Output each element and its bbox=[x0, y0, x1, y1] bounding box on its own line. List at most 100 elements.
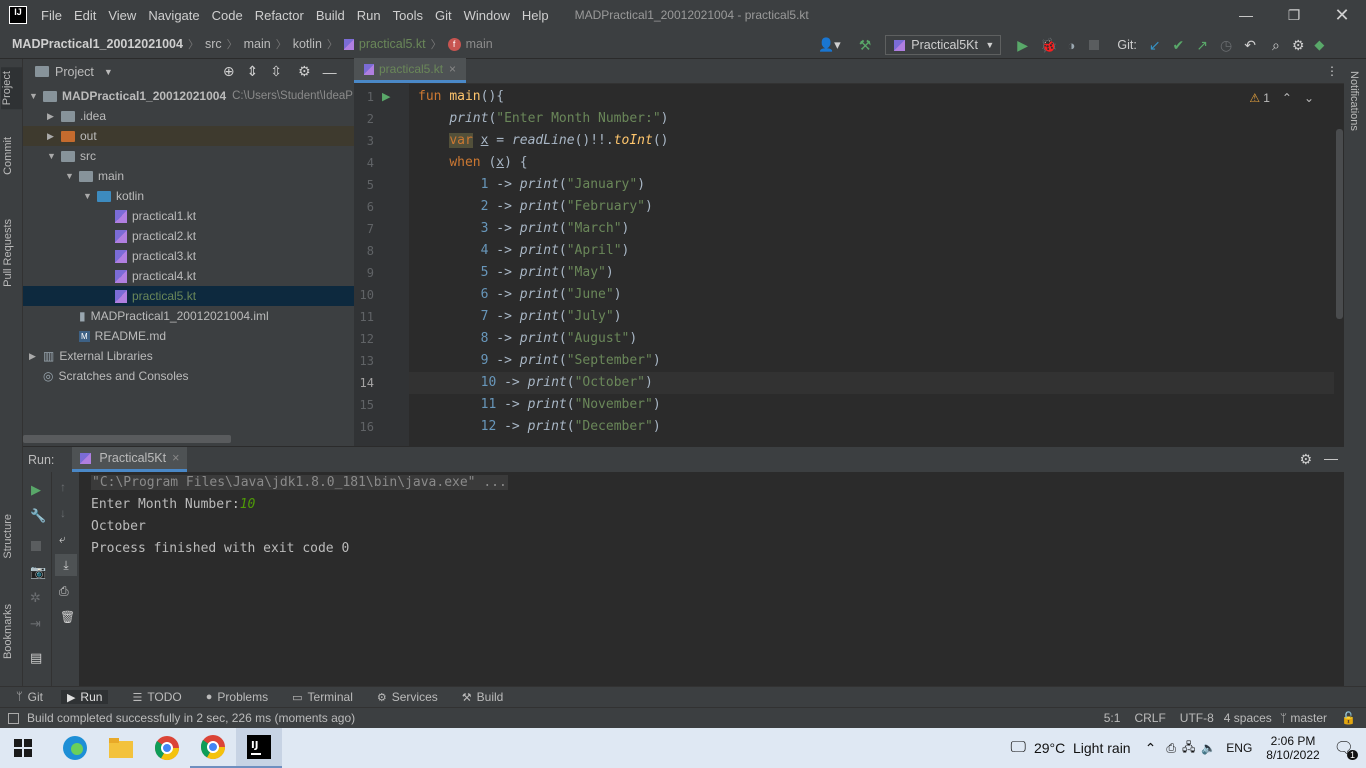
restore-icon[interactable]: ❐ bbox=[1270, 0, 1318, 30]
meet-icon[interactable]: ⎙ bbox=[1166, 741, 1176, 756]
tree-item[interactable]: practical5.kt bbox=[23, 286, 354, 306]
breadcrumb-item[interactable]: kotlin bbox=[293, 37, 322, 51]
more-options-icon[interactable]: ⋮ bbox=[1326, 64, 1338, 78]
run-config-selector[interactable]: Practical5Kt ▼ bbox=[885, 35, 1002, 55]
wrench-icon[interactable]: 🔧 bbox=[30, 508, 46, 524]
tool-tab-git[interactable]: ᛘ Git bbox=[16, 690, 43, 704]
chrome-icon[interactable] bbox=[144, 728, 190, 768]
notification-center-icon[interactable]: 🗨 1 bbox=[1334, 738, 1358, 760]
tool-tab-build[interactable]: ⚒ Build bbox=[462, 690, 504, 704]
tree-item[interactable]: practical2.kt bbox=[23, 226, 354, 246]
status-square-icon[interactable] bbox=[8, 712, 19, 724]
run-tab[interactable]: Practical5Kt × bbox=[72, 447, 188, 472]
project-panel-title[interactable]: Project bbox=[55, 65, 94, 79]
chevron-up-icon[interactable]: ⌃ bbox=[1145, 740, 1157, 757]
stop-icon[interactable] bbox=[31, 541, 41, 551]
tree-item[interactable]: ▼ main bbox=[23, 166, 354, 186]
tool-tab-problems[interactable]: ● Problems bbox=[206, 690, 268, 704]
tab-commit[interactable]: Commit bbox=[2, 137, 14, 175]
intellij-taskbar-icon[interactable]: IJ bbox=[236, 728, 282, 768]
tree-item[interactable]: practical4.kt bbox=[23, 266, 354, 286]
horizontal-scrollbar[interactable] bbox=[23, 435, 231, 443]
menu-tools[interactable]: Tools bbox=[393, 8, 423, 23]
rerun-icon[interactable]: ▶ bbox=[31, 482, 41, 498]
git-push-icon[interactable]: ↗ bbox=[1196, 37, 1208, 54]
arrow-up-icon[interactable]: ↑ bbox=[60, 480, 66, 494]
inspection-widget[interactable]: ⚠ 1 ⌃ ⌄ bbox=[1249, 91, 1314, 105]
hide-icon[interactable]: — bbox=[1324, 450, 1338, 466]
chevron-right-icon[interactable]: ▶ bbox=[47, 111, 61, 122]
tree-item[interactable]: ▼ MADPractical1_20012021004 C:\Users\Stude… bbox=[23, 86, 354, 106]
tool-tab-run[interactable]: ▶ Run bbox=[60, 690, 109, 704]
chevron-up-icon[interactable]: ⌃ bbox=[1282, 91, 1292, 105]
chevron-down-icon[interactable]: ▼ bbox=[29, 91, 43, 101]
close-icon[interactable]: × bbox=[172, 451, 179, 465]
tab-notifications[interactable]: Notifications bbox=[1348, 71, 1360, 131]
menu-edit[interactable]: Edit bbox=[74, 8, 96, 23]
edge-icon[interactable] bbox=[52, 728, 98, 768]
soft-wrap-icon[interactable]: ⤶ bbox=[59, 532, 66, 547]
rollback-icon[interactable]: ↶ bbox=[1244, 37, 1256, 54]
breadcrumb-item[interactable]: MADPractical1_20012021004 bbox=[12, 37, 183, 51]
user-icon[interactable]: 👤▾ bbox=[818, 37, 841, 53]
chevron-right-icon[interactable]: ▶ bbox=[29, 351, 43, 362]
weather-text[interactable]: 29°C Light rain bbox=[1034, 740, 1131, 756]
status-message[interactable]: Build completed successfully in 2 sec, 2… bbox=[27, 711, 355, 725]
camera-icon[interactable]: 📷 bbox=[30, 564, 46, 580]
hide-icon[interactable]: — bbox=[323, 64, 337, 80]
search-icon[interactable]: ⌕ bbox=[1272, 37, 1280, 54]
intellij-logo-icon[interactable]: IJ bbox=[9, 6, 27, 24]
menu-refactor[interactable]: Refactor bbox=[255, 8, 304, 23]
tab-structure[interactable]: Structure bbox=[2, 514, 14, 559]
chrome-profile-icon[interactable] bbox=[190, 728, 236, 768]
chevron-right-icon[interactable]: ▶ bbox=[47, 131, 61, 142]
volume-icon[interactable]: 🔈 bbox=[1201, 741, 1216, 755]
weather-icon[interactable]: 🖵 bbox=[1011, 739, 1026, 757]
chevron-down-icon[interactable]: ▼ bbox=[104, 67, 113, 77]
breadcrumb-item[interactable]: practical5.kt bbox=[359, 37, 426, 51]
menu-file[interactable]: File bbox=[41, 8, 62, 23]
caret-position[interactable]: 5:1 bbox=[1104, 711, 1121, 725]
print-icon[interactable]: ⎙ bbox=[59, 584, 69, 599]
close-icon[interactable]: × bbox=[449, 62, 456, 76]
tool-tab-terminal[interactable]: ▭ Terminal bbox=[292, 690, 353, 704]
chevron-down-icon[interactable]: ▼ bbox=[65, 171, 79, 181]
menu-git[interactable]: Git bbox=[435, 8, 452, 23]
file-encoding[interactable]: UTF-8 bbox=[1180, 711, 1214, 725]
menu-navigate[interactable]: Navigate bbox=[148, 8, 199, 23]
stop-icon[interactable] bbox=[1089, 40, 1100, 50]
tree-item[interactable]: ▼ kotlin bbox=[23, 186, 354, 206]
layout-icon[interactable]: ▤ bbox=[30, 650, 42, 666]
tree-item[interactable]: ▮ MADPractical1_20012021004.iml bbox=[23, 306, 354, 326]
tree-item[interactable]: ▶ ▥ External Libraries bbox=[23, 346, 354, 366]
menu-view[interactable]: View bbox=[108, 8, 136, 23]
chevron-down-icon[interactable]: ▼ bbox=[47, 151, 61, 161]
windows-start-icon[interactable] bbox=[0, 728, 46, 768]
login-icon[interactable]: ⇥ bbox=[30, 616, 41, 632]
arrow-down-icon[interactable]: ↓ bbox=[60, 506, 66, 520]
settings-gear-icon[interactable]: ⚙ bbox=[1299, 451, 1312, 468]
tab-project[interactable]: Project bbox=[1, 67, 22, 110]
update-icon[interactable]: ◆ bbox=[1314, 37, 1324, 53]
menu-code[interactable]: Code bbox=[212, 8, 243, 23]
breadcrumb-item[interactable]: main bbox=[244, 37, 271, 51]
close-icon[interactable]: ✕ bbox=[1318, 0, 1366, 30]
tree-item[interactable]: practical1.kt bbox=[23, 206, 354, 226]
tool-tab-services[interactable]: ⚙ Services bbox=[377, 690, 438, 704]
collapse-all-icon[interactable]: ⇳ bbox=[270, 63, 282, 80]
expand-all-icon[interactable]: ⇕ bbox=[247, 63, 259, 80]
settings-gear-icon[interactable]: ⚙ bbox=[1292, 37, 1305, 54]
tab-bookmarks[interactable]: Bookmarks bbox=[2, 604, 14, 659]
debug-off-icon[interactable]: ✲ bbox=[30, 590, 41, 606]
tree-item[interactable]: ▶ .idea bbox=[23, 106, 354, 126]
language-indicator[interactable]: ENG bbox=[1226, 741, 1252, 755]
git-update-icon[interactable]: ↙ bbox=[1149, 37, 1161, 54]
tree-item[interactable]: practical3.kt bbox=[23, 246, 354, 266]
tree-item[interactable]: M README.md bbox=[23, 326, 354, 346]
history-icon[interactable]: ◷ bbox=[1220, 37, 1232, 54]
menu-help[interactable]: Help bbox=[522, 8, 549, 23]
scroll-to-end-icon[interactable]: ⤓ bbox=[55, 554, 77, 576]
tool-tab-todo[interactable]: ☰ TODO bbox=[132, 690, 181, 704]
line-separator[interactable]: CRLF bbox=[1134, 711, 1165, 725]
minimize-icon[interactable]: — bbox=[1222, 0, 1270, 30]
